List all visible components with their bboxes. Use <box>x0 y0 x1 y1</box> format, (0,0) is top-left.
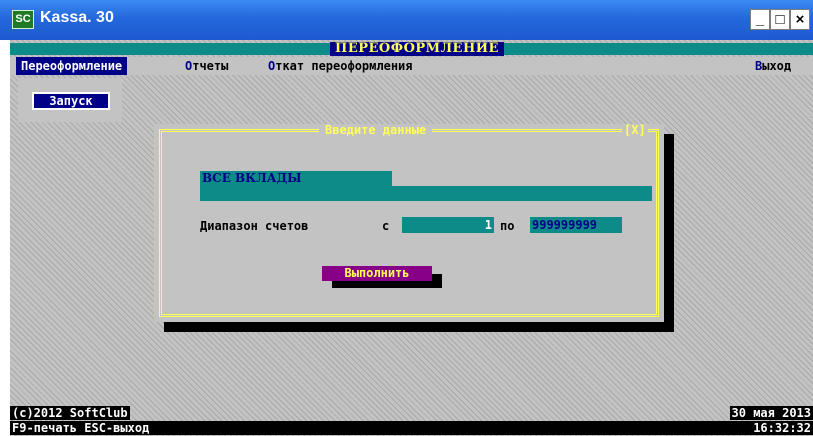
run-button[interactable]: Запуск <box>32 92 110 110</box>
range-from-input[interactable]: 1 <box>402 217 494 233</box>
close-button[interactable]: × <box>790 9 810 30</box>
current-date: 30 мая 2013 <box>729 406 813 420</box>
range-to-label: по <box>500 219 515 233</box>
menu-item-rollback[interactable]: Откат переоформления <box>268 57 413 75</box>
account-range-label: Диапазон счетов <box>200 219 309 233</box>
range-to-input[interactable]: 999999999 <box>530 217 622 233</box>
maximize-button[interactable]: □ <box>770 9 790 30</box>
hotkeys-hint: F9-печать ESC-выход <box>12 421 150 435</box>
menu-item-reissue[interactable]: Переоформление <box>16 57 128 75</box>
menu-label: ыход <box>762 59 792 73</box>
menu-bar: Переоформление Отчеты Откат переоформлен… <box>10 57 813 75</box>
console-area: ПЕРЕОФОРМЛЕНИЕ Переоформление Отчеты Отк… <box>10 40 813 436</box>
dialog-close-button[interactable]: [X] <box>622 124 648 136</box>
menu-label: тчеты <box>192 59 229 73</box>
input-dialog: Введите данные [X] ВСЕ ВКЛАДЫ Диапазон с… <box>154 124 664 322</box>
copyright-text: (c)2012 SoftClub <box>10 406 130 420</box>
deposits-field-extension[interactable] <box>200 186 652 201</box>
current-time: 16:32:32 <box>753 421 811 435</box>
app-icon: SC <box>12 10 34 29</box>
status-line-bottom: F9-печать ESC-выход 16:32:32 <box>10 421 813 435</box>
deposits-field[interactable]: ВСЕ ВКЛАДЫ <box>200 171 392 186</box>
window-title: Kassa. 30 <box>40 9 114 26</box>
window-title-bar[interactable]: SC Kassa. 30 _ □ × <box>0 0 813 40</box>
range-from-label: с <box>382 219 390 233</box>
status-line-top: (c)2012 SoftClub 30 мая 2013 <box>10 406 813 420</box>
menu-item-reports[interactable]: Отчеты <box>185 57 228 75</box>
dialog-title: Введите данные <box>319 124 433 136</box>
screen-title: ПЕРЕОФОРМЛЕНИЕ <box>330 42 504 56</box>
execute-button[interactable]: Выполнить <box>322 266 432 281</box>
minimize-button[interactable]: _ <box>750 9 770 30</box>
menu-label: ереоформление <box>28 59 123 73</box>
menu-label: ткат переоформления <box>275 59 413 73</box>
menu-item-exit[interactable]: Выход <box>755 57 791 75</box>
